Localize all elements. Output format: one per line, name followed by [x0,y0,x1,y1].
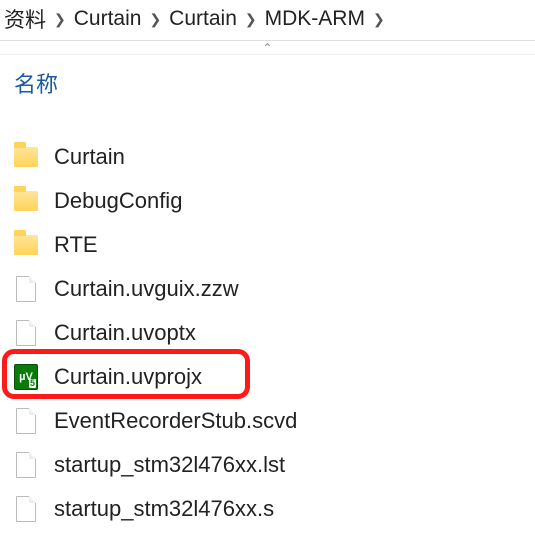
file-icon [12,317,40,349]
file-name: startup_stm32l476xx.lst [54,452,285,478]
chevron-right-icon: ❯ [145,11,165,28]
file-name: Curtain [54,144,125,170]
file-name: startup_stm32l476xx.s [54,496,274,522]
list-item[interactable]: Curtain.uvguix.zzw [0,267,535,311]
column-header-row: ⌃ [0,41,535,55]
list-item[interactable]: RTE [0,223,535,267]
file-icon [12,273,40,305]
folder-icon [12,141,40,173]
list-item[interactable]: µV5 Curtain.uvprojx [0,355,535,399]
file-name: RTE [54,232,98,258]
chevron-right-icon: ❯ [369,11,389,28]
file-list: Curtain DebugConfig RTE Curtain.uvguix.z… [0,111,535,531]
breadcrumb[interactable]: 资料 ❯ Curtain ❯ Curtain ❯ MDK-ARM ❯ [0,0,535,41]
folder-icon [12,185,40,217]
column-header-name[interactable]: 名称 [0,55,535,111]
folder-icon [12,229,40,261]
breadcrumb-item[interactable]: 资料 [0,4,50,34]
file-name: Curtain.uvprojx [54,364,202,390]
list-item[interactable]: DebugConfig [0,179,535,223]
file-name: Curtain.uvguix.zzw [54,276,239,302]
list-item[interactable]: EventRecorderStub.scvd [0,399,535,443]
list-item[interactable]: startup_stm32l476xx.lst [0,443,535,487]
chevron-right-icon: ❯ [50,11,70,28]
breadcrumb-item[interactable]: MDK-ARM [261,7,369,31]
file-icon [12,493,40,525]
file-name: Curtain.uvoptx [54,320,196,346]
file-name: EventRecorderStub.scvd [54,408,297,434]
list-item[interactable]: startup_stm32l476xx.s [0,487,535,531]
uvprojx-icon: µV5 [12,361,40,393]
file-icon [12,449,40,481]
list-item[interactable]: Curtain.uvoptx [0,311,535,355]
list-item[interactable]: Curtain [0,135,535,179]
file-name: DebugConfig [54,188,182,214]
file-icon [12,405,40,437]
chevron-right-icon: ❯ [241,11,261,28]
breadcrumb-item[interactable]: Curtain [70,7,146,31]
expand-caret-icon[interactable]: ⌃ [262,41,272,55]
breadcrumb-item[interactable]: Curtain [165,7,241,31]
